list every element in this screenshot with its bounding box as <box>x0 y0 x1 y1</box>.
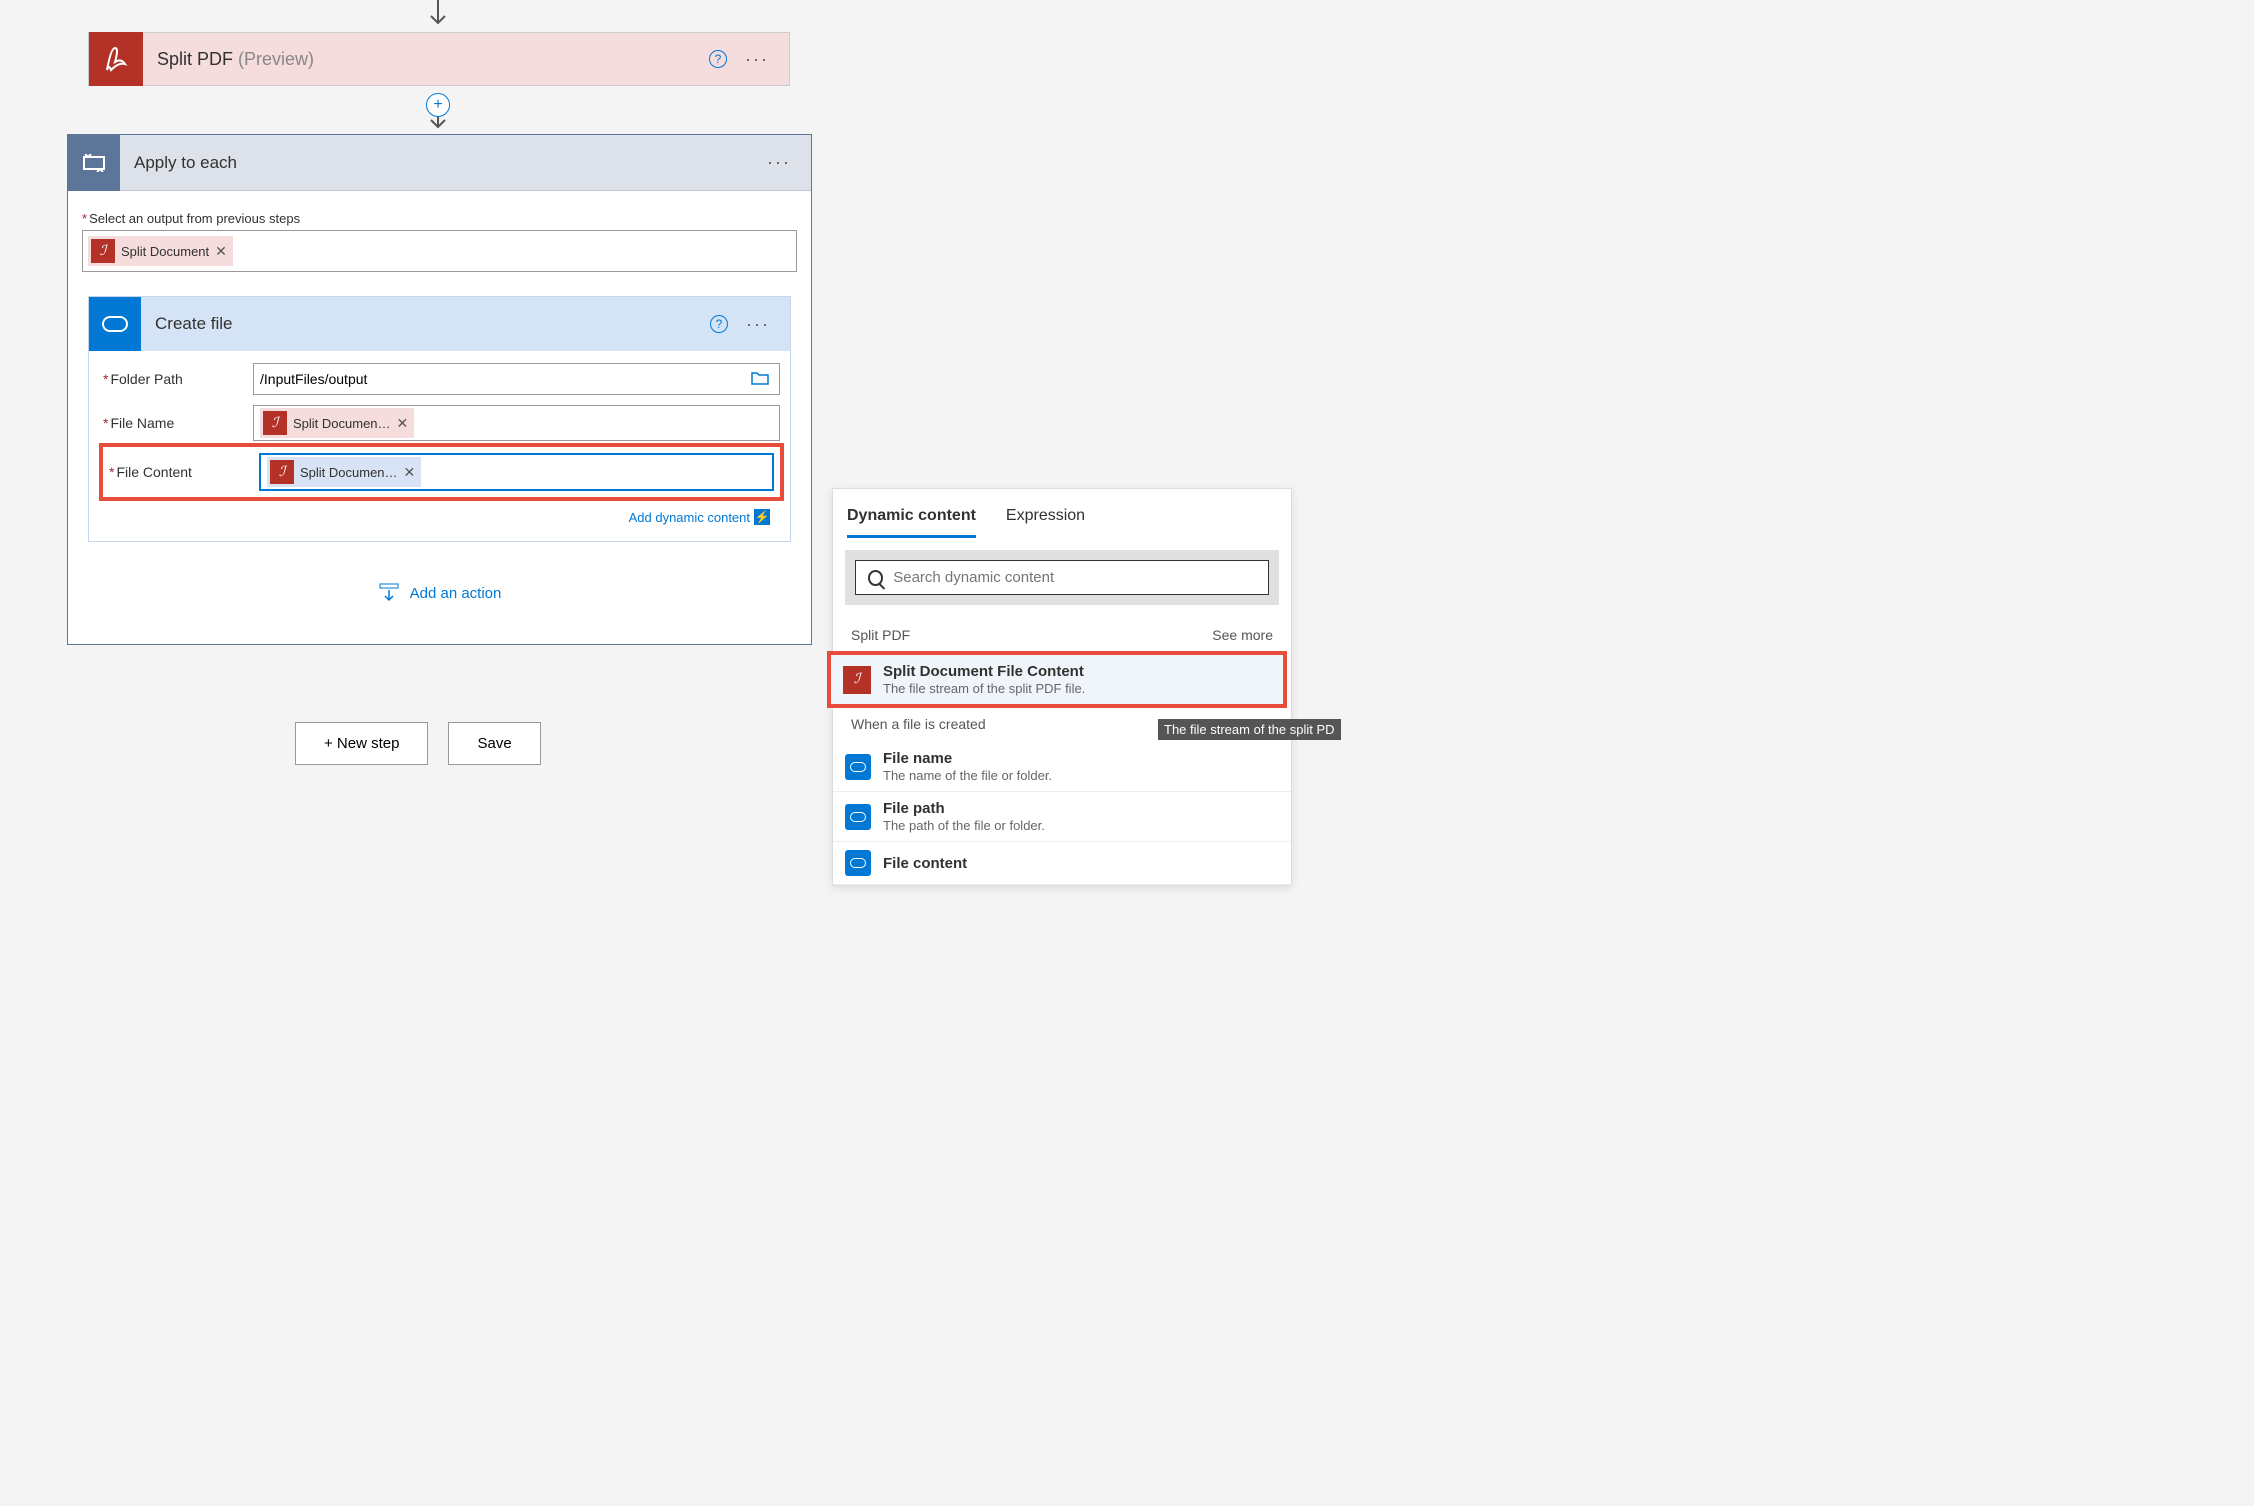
split-pdf-title: Split PDF (Preview) <box>157 49 314 70</box>
add-dynamic-icon[interactable]: ⚡ <box>754 509 770 525</box>
file-content-input[interactable]: ℐ Split Documen… ✕ <box>259 453 774 491</box>
more-menu-icon[interactable]: ··· <box>767 152 791 173</box>
file-name-label: *File Name <box>103 415 253 431</box>
search-icon <box>868 570 883 586</box>
apply-title: Apply to each <box>134 153 237 173</box>
help-icon[interactable]: ? <box>710 315 728 333</box>
remove-token-icon[interactable]: ✕ <box>215 243 227 260</box>
adobe-icon: ℐ <box>91 239 115 263</box>
create-file-header[interactable]: Create file ? ··· <box>89 297 790 351</box>
item-file-content[interactable]: File content <box>833 842 1291 885</box>
file-content-label: *File Content <box>109 464 259 480</box>
token-filecontent[interactable]: ℐ Split Documen… ✕ <box>267 457 421 487</box>
add-action-button[interactable]: Add an action <box>82 542 797 624</box>
search-field[interactable] <box>893 569 1256 586</box>
remove-token-icon[interactable]: ✕ <box>404 464 416 481</box>
loop-icon <box>68 135 120 191</box>
insert-action-icon <box>378 582 400 604</box>
adobe-icon: ℐ <box>263 411 287 435</box>
file-name-input[interactable]: ℐ Split Documen… ✕ <box>253 405 780 441</box>
token-split-document[interactable]: ℐ Split Document ✕ <box>88 236 233 266</box>
see-more-link[interactable]: See more <box>1212 627 1273 643</box>
split-pdf-action[interactable]: Split PDF (Preview) ? ··· <box>88 32 790 86</box>
create-file-title: Create file <box>155 314 232 334</box>
flow-arrow-icon <box>429 0 447 35</box>
folder-path-label: *Folder Path <box>103 371 253 387</box>
more-menu-icon[interactable]: ··· <box>745 49 769 70</box>
tab-dynamic-content[interactable]: Dynamic content <box>847 507 976 538</box>
more-menu-icon[interactable]: ··· <box>746 314 770 335</box>
output-select-label: *Select an output from previous steps <box>82 211 797 226</box>
tab-expression[interactable]: Expression <box>1006 507 1085 538</box>
dynamic-search-input[interactable] <box>855 560 1269 595</box>
save-button[interactable]: Save <box>448 722 540 765</box>
folder-path-field[interactable] <box>260 371 747 387</box>
item-file-path[interactable]: File path The path of the file or folder… <box>833 792 1291 842</box>
add-step-button[interactable]: + <box>426 93 450 117</box>
section-split-pdf: Split PDF See more <box>833 617 1291 653</box>
add-dynamic-content-link[interactable]: Add dynamic content ⚡ <box>103 505 780 525</box>
item-split-document-file-content[interactable]: ℐ Split Document File Content The file s… <box>827 651 1287 708</box>
onedrive-icon <box>845 804 871 830</box>
folder-browse-icon[interactable] <box>747 371 773 388</box>
onedrive-icon <box>845 850 871 876</box>
output-select-input[interactable]: ℐ Split Document ✕ <box>82 230 797 272</box>
onedrive-icon <box>89 297 141 351</box>
new-step-button[interactable]: + New step <box>295 722 428 765</box>
apply-to-each-header[interactable]: Apply to each ··· <box>68 135 811 191</box>
help-icon[interactable]: ? <box>709 50 727 68</box>
folder-path-input[interactable] <box>253 363 780 395</box>
file-content-highlight: *File Content ℐ Split Documen… ✕ <box>99 443 784 501</box>
adobe-icon: ℐ <box>843 666 871 694</box>
apply-to-each-container: Apply to each ··· *Select an output from… <box>67 134 812 645</box>
tooltip: The file stream of the split PD <box>1158 719 1341 740</box>
dynamic-content-panel: Dynamic content Expression Split PDF See… <box>832 488 1292 886</box>
token-filename[interactable]: ℐ Split Documen… ✕ <box>260 408 414 438</box>
remove-token-icon[interactable]: ✕ <box>397 415 409 432</box>
create-file-action: Create file ? ··· *Folder Path <box>88 296 791 542</box>
item-file-name[interactable]: File name The name of the file or folder… <box>833 742 1291 792</box>
onedrive-icon <box>845 754 871 780</box>
adobe-icon: ℐ <box>270 460 294 484</box>
adobe-icon <box>89 32 143 86</box>
